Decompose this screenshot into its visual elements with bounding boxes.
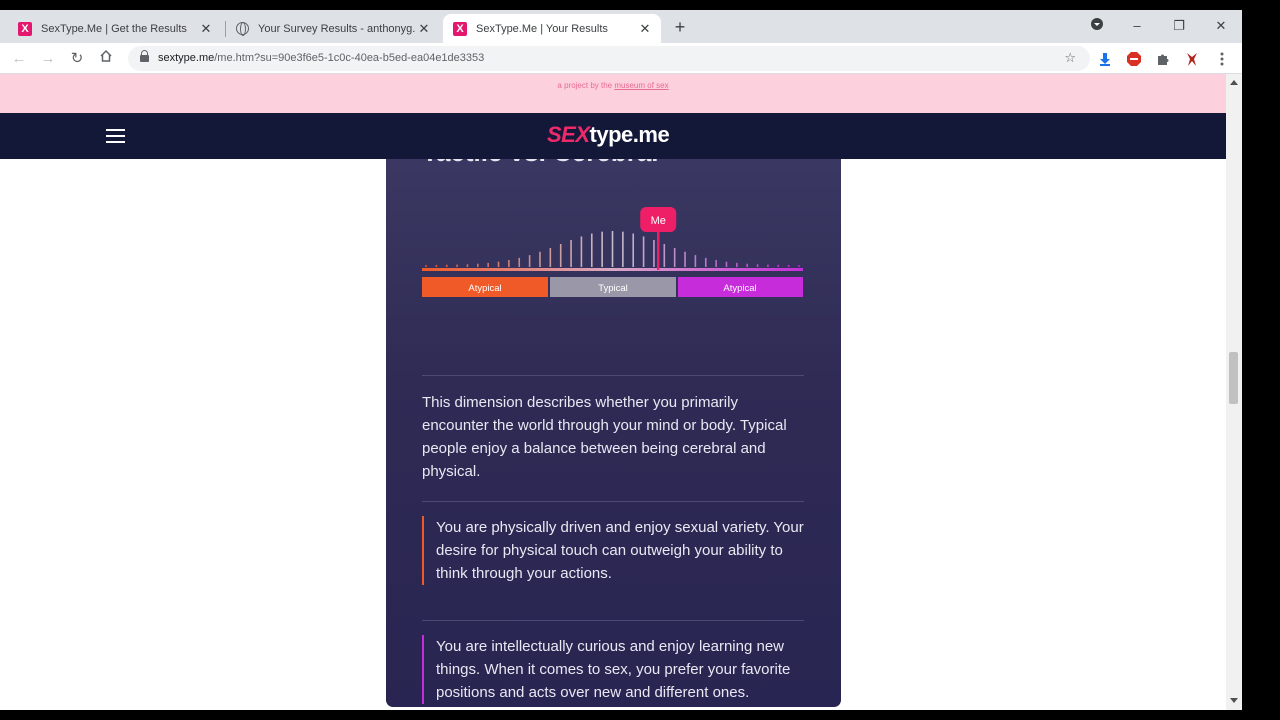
tab-your-results[interactable]: X SexType.Me | Your Results ✕	[443, 14, 661, 43]
minimize-icon[interactable]: –	[1127, 17, 1147, 35]
tab-survey-results[interactable]: Your Survey Results - anthonyg... ✕	[226, 14, 440, 43]
sextype-favicon-icon: X	[453, 21, 467, 36]
globe-icon	[236, 22, 249, 36]
tab-title: SexType.Me | Get the Results	[41, 22, 187, 35]
new-tab-button[interactable]: +	[670, 18, 690, 36]
profile-menu-icon[interactable]	[1087, 17, 1107, 35]
distribution-axis	[422, 268, 803, 271]
trait-cerebral: You are intellectually curious and enjoy…	[422, 635, 806, 704]
browser-menu-icon[interactable]	[1214, 51, 1230, 67]
segment-label-left: Atypical	[468, 283, 501, 294]
browser-window: X SexType.Me | Get the Results ✕ Your Su…	[0, 10, 1242, 710]
divider	[422, 620, 804, 621]
divider	[422, 375, 804, 376]
sextype-logo[interactable]: SEXtype.me	[547, 122, 670, 148]
lock-icon[interactable]	[140, 50, 149, 62]
distribution-ticks	[425, 231, 800, 267]
scroll-thumb[interactable]	[1229, 352, 1238, 404]
banner-text: a project by the	[557, 81, 613, 90]
extensions-puzzle-icon[interactable]	[1155, 51, 1171, 67]
trait-tactile-text: You are physically driven and enjoy sexu…	[436, 519, 804, 582]
close-tab-icon[interactable]: ✕	[416, 21, 432, 37]
address-bar[interactable]: sextype.me/me.htm?su=90e3f6e5-1c0c-40ea-…	[128, 46, 1090, 71]
page-viewport: a project by the museum of sex SEXtype.m…	[0, 74, 1226, 710]
profile-avatar-icon[interactable]	[1184, 51, 1200, 67]
adblock-extension-icon[interactable]	[1126, 51, 1142, 67]
museum-link[interactable]: museum of sex	[614, 81, 668, 90]
tab-title: SexType.Me | Your Results	[476, 22, 608, 35]
bookmark-star-icon[interactable]: ☆	[1064, 50, 1076, 66]
close-tab-icon[interactable]: ✕	[637, 21, 653, 37]
dimension-card: Tactile vs. Cerebral Me	[386, 159, 841, 707]
url-host: sextype.me	[158, 52, 215, 64]
close-window-icon[interactable]: ✕	[1211, 17, 1231, 35]
trait-tactile: You are physically driven and enjoy sexu…	[422, 516, 806, 585]
reload-icon[interactable]: ↻	[67, 49, 87, 69]
site-header: SEXtype.me	[0, 113, 1226, 159]
marker: Me	[640, 207, 677, 270]
restore-icon[interactable]: ❐	[1169, 17, 1189, 35]
sextype-favicon-icon: X	[18, 21, 32, 36]
trait-cerebral-text: You are intellectually curious and enjoy…	[436, 638, 791, 701]
distribution-chart: Me Atypical Typical Atypical	[422, 207, 803, 297]
hamburger-menu-icon[interactable]	[106, 129, 125, 143]
trait-accent-bar	[422, 635, 424, 704]
url-text[interactable]: sextype.me/me.htm?su=90e3f6e5-1c0c-40ea-…	[158, 52, 484, 64]
scroll-down-icon[interactable]	[1230, 698, 1238, 703]
tab-strip: X SexType.Me | Get the Results ✕ Your Su…	[0, 10, 1242, 43]
segment-label-right: Atypical	[723, 283, 756, 294]
browser-toolbar: ← → ↻ sextype.me/me.htm?su=90e3f6e5-1c0c…	[0, 43, 1242, 74]
trait-accent-bar	[422, 516, 424, 585]
close-tab-icon[interactable]: ✕	[198, 21, 214, 37]
marker-label: Me	[651, 215, 666, 227]
tab-get-results[interactable]: X SexType.Me | Get the Results ✕	[8, 14, 222, 43]
logo-part-type: type.me	[589, 122, 670, 147]
forward-icon[interactable]: →	[38, 49, 58, 69]
scroll-up-icon[interactable]	[1230, 80, 1238, 85]
museum-banner: a project by the museum of sex	[0, 74, 1226, 113]
home-icon[interactable]	[96, 49, 116, 69]
tab-title: Your Survey Results - anthonyg...	[258, 22, 416, 35]
segment-label-middle: Typical	[598, 283, 628, 294]
page-scrollbar[interactable]	[1226, 74, 1242, 710]
download-extension-icon[interactable]	[1097, 51, 1113, 67]
back-icon[interactable]: ←	[9, 49, 29, 69]
logo-part-sex: SEX	[547, 122, 590, 147]
dimension-description: This dimension describes whether you pri…	[422, 394, 787, 480]
url-path: /me.htm?su=90e3f6e5-1c0c-40ea-b5ed-ea04e…	[214, 52, 485, 64]
dimension-title: Tactile vs. Cerebral	[422, 159, 659, 168]
divider	[422, 501, 804, 502]
